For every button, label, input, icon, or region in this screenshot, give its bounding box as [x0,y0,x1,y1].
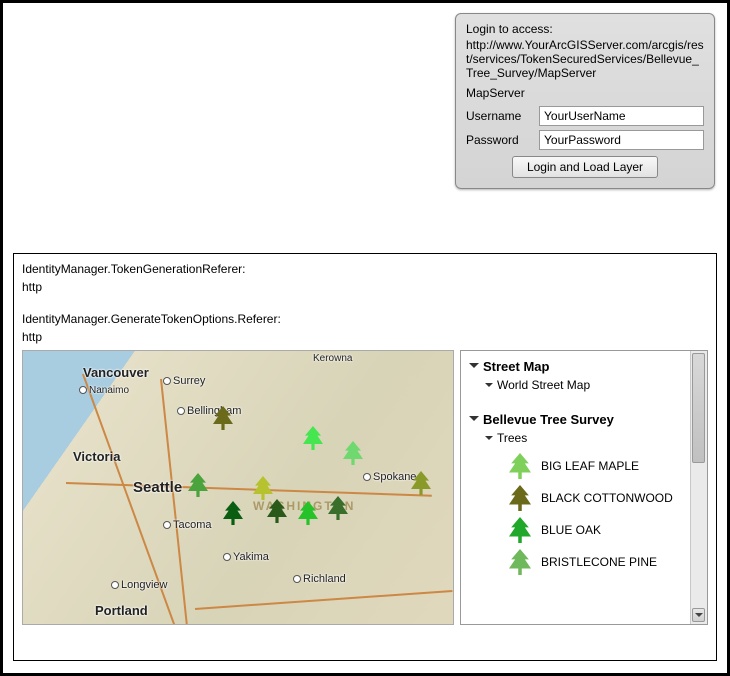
login-panel: Login to access: http://www.YourArcGISSe… [455,13,715,189]
city-vancouver: Vancouver [83,365,149,380]
city-richland: Richland [293,573,346,585]
legend-scrollbar[interactable] [690,351,707,624]
tree-marker[interactable] [411,471,431,495]
tree-marker[interactable] [267,499,287,523]
login-title: Login to access: [466,22,704,36]
legend-item[interactable]: BRISTLECONE PINE [509,549,703,575]
chevron-down-icon [485,436,493,444]
tree-icon [253,476,273,500]
city-kerowna: Kerowna [313,353,352,364]
legend-item-label: BRISTLECONE PINE [541,555,657,569]
city-spokane: Spokane [363,471,416,483]
referer-label-2: IdentityManager.GenerateTokenOptions.Ref… [22,312,708,326]
legend-item-label: BLACK COTTONWOOD [541,491,673,505]
city-nanaimo: Nanaimo [79,385,129,396]
tree-icon [188,473,208,497]
legend-item[interactable]: BIG LEAF MAPLE [509,453,703,479]
chevron-down-icon [485,383,493,391]
referer-label-1: IdentityManager.TokenGenerationReferer: [22,262,708,276]
legend-sub-trees[interactable]: Trees [485,431,703,445]
city-tacoma: Tacoma [163,519,212,531]
info-panel: IdentityManager.TokenGenerationReferer: … [13,253,717,661]
city-longview: Longview [111,579,167,591]
city-portland: Portland [95,603,148,618]
password-label: Password [466,133,533,147]
referer-value-1: http [22,280,708,294]
login-button[interactable]: Login and Load Layer [512,156,658,178]
tree-icon [267,499,287,523]
tree-marker[interactable] [213,406,233,430]
tree-marker[interactable] [253,476,273,500]
legend-sub-worldstreet[interactable]: World Street Map [485,378,703,392]
username-input[interactable] [539,106,704,126]
map-view[interactable]: Vancouver Surrey Nanaimo Bellingham Vict… [22,350,454,625]
legend-panel: Street Map World Street Map Bellevue Tre… [460,350,708,625]
tree-marker[interactable] [303,426,323,450]
tree-icon [213,406,233,430]
legend-scroll-thumb[interactable] [692,353,705,463]
username-label: Username [466,109,533,123]
legend-group2-sub: Trees [497,431,527,445]
legend-group1-title: Street Map [483,359,549,374]
tree-icon [303,426,323,450]
legend-group1-sub: World Street Map [497,378,590,392]
tree-icon [509,453,531,479]
tree-icon [343,441,363,465]
login-service-type: MapServer [466,86,704,100]
tree-icon [298,501,318,525]
legend-item-label: BIG LEAF MAPLE [541,459,639,473]
legend-group-bellevue[interactable]: Bellevue Tree Survey [469,412,703,427]
tree-icon [411,471,431,495]
legend-item[interactable]: BLACK COTTONWOOD [509,485,703,511]
referer-value-2: http [22,330,708,344]
city-yakima: Yakima [223,551,269,563]
tree-marker[interactable] [298,501,318,525]
tree-icon [509,517,531,543]
legend-item[interactable]: BLUE OAK [509,517,703,543]
legend-group-streetmap[interactable]: Street Map [469,359,703,374]
tree-icon [509,549,531,575]
city-seattle: Seattle [133,479,182,496]
tree-marker[interactable] [343,441,363,465]
chevron-down-icon [469,363,479,373]
tree-icon [223,501,243,525]
tree-marker[interactable] [188,473,208,497]
legend-scroll-down[interactable] [692,608,705,622]
tree-icon [328,496,348,520]
chevron-down-icon [469,416,479,426]
password-input[interactable] [539,130,704,150]
tree-icon [509,485,531,511]
legend-item-label: BLUE OAK [541,523,601,537]
legend-group2-title: Bellevue Tree Survey [483,412,614,427]
tree-marker[interactable] [328,496,348,520]
city-victoria: Victoria [73,449,120,464]
city-surrey: Surrey [163,375,205,387]
tree-marker[interactable] [223,501,243,525]
login-url: http://www.YourArcGISServer.com/arcgis/r… [466,38,704,80]
